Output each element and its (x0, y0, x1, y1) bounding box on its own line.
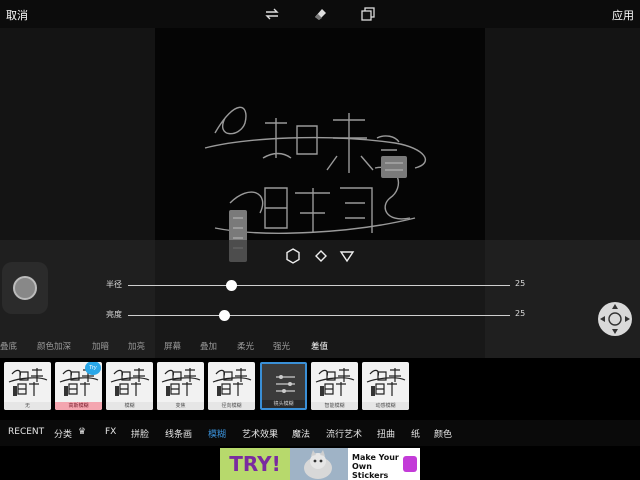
brightness-track[interactable] (128, 315, 510, 316)
brightness-label: 亮度 (106, 310, 122, 319)
blend-mode-item[interactable]: 叠底 (0, 340, 17, 352)
category-item[interactable]: 流行艺术 (326, 427, 362, 440)
radius-label: 半径 (106, 280, 122, 289)
ad-banner[interactable]: TRY! Make Your Own Stickers (220, 448, 420, 480)
category-item[interactable]: 拼脸 (131, 427, 149, 440)
effect-preview (315, 368, 355, 396)
effect-caption: 智能模糊 (311, 402, 358, 410)
blend-mode-item[interactable]: 屏幕 (164, 340, 181, 352)
category-item[interactable]: FX (105, 427, 116, 437)
circle-shape-icon[interactable] (285, 248, 301, 264)
effect-caption: 径向模糊 (208, 402, 255, 410)
effect-caption: 动感模糊 (362, 402, 409, 410)
swap-icon[interactable] (263, 5, 281, 23)
effect-caption: 变焦 (157, 402, 204, 410)
effect-caption: 无 (4, 402, 51, 410)
effect-thumbnail[interactable]: 智能模糊 (311, 362, 358, 410)
effect-preview (110, 368, 150, 396)
effect-strip: 无高斯模糊 Try 模糊 变焦 径向模糊 镜头模糊 智能模糊 动感模糊 (0, 358, 640, 418)
category-item[interactable]: 纸 (411, 427, 420, 440)
blend-mode-item[interactable]: 强光 (273, 340, 290, 352)
picsart-logo-icon (403, 456, 417, 472)
category-item[interactable]: 模糊 (208, 427, 226, 440)
ad-try-text: TRY! (220, 448, 290, 480)
category-item[interactable]: 扭曲 (377, 427, 395, 440)
effect-caption: 高斯模糊 (55, 402, 102, 410)
effect-thumbnail[interactable]: 动感模糊 (362, 362, 409, 410)
blend-mode-item[interactable]: 颜色加深 (37, 340, 71, 352)
adjust-sliders-icon (276, 375, 295, 393)
blend-mode-item[interactable]: 差值 (311, 340, 328, 352)
brightness-value: 25 (515, 309, 526, 318)
ad-line-2: Stickers (352, 471, 389, 480)
crown-icon: ♛ (78, 427, 87, 437)
category-item[interactable]: 魔法 (292, 427, 310, 440)
effect-thumbnail[interactable]: 高斯模糊 Try (55, 362, 102, 410)
effect-preview (8, 368, 48, 396)
category-item[interactable]: RECENT (8, 427, 44, 437)
brightness-knob[interactable] (218, 310, 230, 321)
effect-thumbnail[interactable]: 模糊 (106, 362, 153, 410)
brightness-slider: 亮度 25 (0, 306, 640, 326)
category-item[interactable]: 线条画 (165, 427, 192, 440)
category-item[interactable]: 艺术效果 (242, 427, 278, 440)
layers-icon[interactable] (359, 5, 377, 23)
category-item[interactable]: 颜色 (434, 427, 452, 440)
blend-mode-item[interactable]: 柔光 (237, 340, 254, 352)
blend-mode-item[interactable]: 加暗 (92, 340, 109, 352)
top-bar: 取消 应用 (0, 0, 640, 28)
effect-preview (212, 368, 252, 396)
kitten-photo (290, 448, 348, 480)
effect-preview (161, 368, 201, 396)
effect-preview (366, 368, 406, 396)
category-item[interactable]: 分类 (54, 427, 72, 440)
triangle-shape-icon[interactable] (339, 248, 355, 264)
apply-button[interactable]: 应用 (612, 7, 634, 23)
effect-caption: 镜头模糊 (262, 400, 305, 408)
effect-thumbnail[interactable]: 镜头模糊 (260, 362, 307, 410)
effect-caption: 模糊 (106, 402, 153, 410)
effect-thumbnail[interactable]: 无 (4, 362, 51, 410)
dpad-icon[interactable] (596, 300, 634, 338)
radius-value: 25 (515, 279, 526, 288)
blend-mode-item[interactable]: 加亮 (128, 340, 145, 352)
diamond-shape-icon[interactable] (313, 248, 329, 264)
cancel-button[interactable]: 取消 (6, 7, 28, 23)
blend-mode-bar: 叠底 颜色加深 加暗 加亮 屏幕 叠加 柔光 强光 差值 (0, 337, 640, 355)
radius-slider: 半径 25 (0, 276, 640, 296)
category-bar: RECENT 分类 ♛ FX 拼脸 线条画 模糊 艺术效果 魔法 流行艺术 扭曲… (0, 420, 640, 446)
radius-knob[interactable] (226, 280, 238, 291)
blend-mode-item[interactable]: 叠加 (200, 340, 217, 352)
eraser-icon[interactable] (311, 5, 329, 23)
radius-track[interactable] (128, 285, 510, 286)
effect-thumbnail[interactable]: 变焦 (157, 362, 204, 410)
effect-thumbnail[interactable]: 径向模糊 (208, 362, 255, 410)
